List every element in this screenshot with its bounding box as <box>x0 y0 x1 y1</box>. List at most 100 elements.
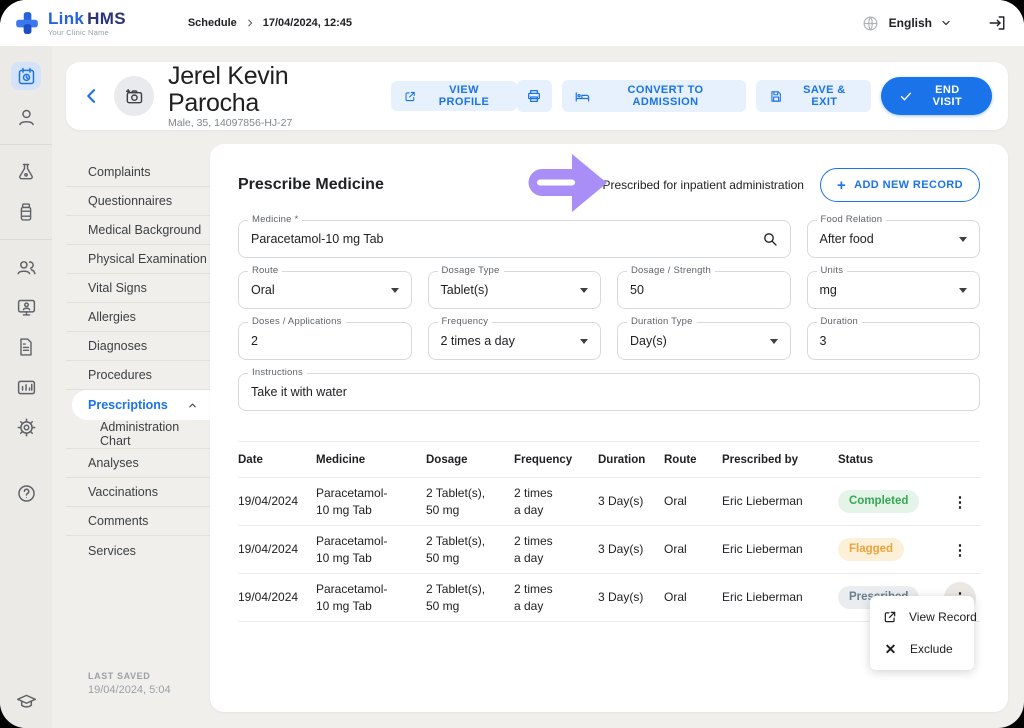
rail-settings-icon[interactable] <box>11 414 41 440</box>
menu-item-label: Exclude <box>910 642 953 656</box>
cell-frequency: 2 times a day <box>514 534 553 565</box>
patient-name: Jerel Kevin Parocha <box>168 62 289 117</box>
brand-logo[interactable]: Link HMS Your Clinic Name <box>14 10 126 37</box>
chevron-down-icon <box>940 17 952 29</box>
col-prescribed-by: Prescribed by <box>722 453 799 466</box>
sidebar-item-physical-examination[interactable]: Physical Examination <box>66 245 210 274</box>
sidebar-item-comments[interactable]: Comments <box>66 507 210 536</box>
save-exit-button[interactable]: SAVE & EXIT <box>756 80 871 112</box>
breadcrumb-schedule[interactable]: Schedule <box>188 17 237 29</box>
col-medicine: Medicine <box>316 453 366 466</box>
print-button[interactable] <box>516 80 553 112</box>
cell-status: Completed <box>838 489 942 514</box>
row-menu-button[interactable]: ⋮ <box>944 486 976 518</box>
topbar-right: English <box>862 14 1006 32</box>
header-actions: CONVERT TO ADMISSION SAVE & EXIT END VIS… <box>516 77 992 115</box>
cell-prescribed-by: Eric Lieberman <box>722 494 803 509</box>
patient-avatar[interactable] <box>114 76 154 116</box>
language-selector[interactable]: English <box>889 16 952 30</box>
col-duration: Duration <box>598 453 646 466</box>
sidebar-item-questionnaires[interactable]: Questionnaires <box>66 187 210 216</box>
dosage-type-select[interactable]: Dosage Type Tablet(s) <box>427 265 601 309</box>
table-row: 19/04/2024 Paracetamol-10 mg Tab 2 Table… <box>238 574 980 622</box>
sidebar-item-label: Vital Signs <box>88 281 147 295</box>
sidebar-item-administration-chart[interactable]: Administration Chart <box>66 420 210 449</box>
menu-item-exclude[interactable]: ✕ Exclude <box>870 633 974 665</box>
sidebar-item-analyses[interactable]: Analyses <box>66 449 210 478</box>
end-visit-button[interactable]: END VISIT <box>880 77 992 115</box>
field-value: After food <box>819 232 874 246</box>
prescribe-header: Prescribe Medicine Prescribed for inpati… <box>238 168 980 202</box>
view-profile-button[interactable]: VIEW PROFILE <box>391 81 517 111</box>
doses-applications-input[interactable]: Doses / Applications 2 <box>238 316 412 360</box>
sidebar-item-medical-background[interactable]: Medical Background <box>66 216 210 245</box>
field-value: 50 <box>630 283 644 297</box>
table-row: 19/04/2024 Paracetamol-10 mg Tab 2 Table… <box>238 478 980 526</box>
instructions-input[interactable]: Instructions Take it with water <box>238 367 980 411</box>
duration-type-select[interactable]: Duration Type Day(s) <box>617 316 791 360</box>
field-value: Take it with water <box>251 385 347 399</box>
cell-prescribed-by: Eric Lieberman <box>722 590 803 605</box>
frequency-select[interactable]: Frequency 2 times a day <box>427 316 601 360</box>
sidebar-item-services[interactable]: Services <box>66 536 210 565</box>
add-new-record-button[interactable]: + ADD NEW RECORD <box>819 168 980 202</box>
medicine-field[interactable]: Medicine * Paracetamol-10 mg Tab <box>238 214 791 258</box>
logout-icon <box>989 16 1005 30</box>
sidebar-item-vaccinations[interactable]: Vaccinations <box>66 478 210 507</box>
row-menu-button[interactable]: ⋮ <box>944 534 976 566</box>
menu-item-view-record[interactable]: View Record <box>870 601 977 633</box>
external-link-icon <box>883 610 897 624</box>
field-value: mg <box>819 283 837 297</box>
close-icon: ✕ <box>884 641 897 657</box>
rail-patients-icon[interactable] <box>11 104 41 130</box>
sidebar-item-label: Comments <box>88 514 149 528</box>
cell-date: 19/04/2024 <box>238 590 299 605</box>
rail-learning-icon[interactable] <box>11 688 41 714</box>
field-label: Duration Type <box>627 316 697 327</box>
sidebar-item-vital-signs[interactable]: Vital Signs <box>66 274 210 303</box>
rail-divider <box>0 144 52 145</box>
food-relation-select[interactable]: Food Relation After food <box>806 214 980 258</box>
chevron-down-icon <box>580 287 588 293</box>
field-label: Dosage / Strength <box>627 265 715 276</box>
language-label: English <box>888 16 932 30</box>
field-label: Duration <box>816 316 863 327</box>
rail-staff-icon[interactable] <box>11 254 41 280</box>
logout-button[interactable] <box>988 14 1006 32</box>
chevron-down-icon <box>959 287 967 293</box>
col-route: Route <box>664 453 697 466</box>
field-value: Day(s) <box>630 334 667 348</box>
sidebar-item-label: Diagnoses <box>88 339 148 353</box>
field-label: Units <box>816 265 848 276</box>
cell-frequency: 2 times a day <box>514 486 553 517</box>
col-frequency: Frequency <box>514 453 573 466</box>
sidebar-item-label: Medical Background <box>88 223 202 237</box>
sidebar-item-procedures[interactable]: Procedures <box>66 361 210 390</box>
units-select[interactable]: Units mg <box>806 265 980 309</box>
sidebar-item-complaints[interactable]: Complaints <box>66 158 210 187</box>
sidebar-item-prescriptions[interactable]: Prescriptions <box>72 390 210 420</box>
back-button[interactable] <box>78 82 106 110</box>
rail-laboratory-icon[interactable] <box>11 159 41 185</box>
sidebar-item-allergies[interactable]: Allergies <box>66 303 210 332</box>
inpatient-checkbox[interactable] <box>577 177 594 193</box>
rail-workstation-icon[interactable] <box>11 294 41 320</box>
sidebar-item-label: Procedures <box>88 368 152 382</box>
sidebar-item-diagnoses[interactable]: Diagnoses <box>66 332 210 361</box>
rail-pharmacy-icon[interactable] <box>11 199 41 225</box>
col-dosage: Dosage <box>426 453 468 466</box>
duration-input[interactable]: Duration 3 <box>806 316 980 360</box>
inpatient-checkbox-group[interactable]: Prescribed for inpatient administration <box>577 177 804 193</box>
field-label: Instructions <box>248 367 307 378</box>
dosage-strength-input[interactable]: Dosage / Strength 50 <box>617 265 791 309</box>
rail-help-icon[interactable] <box>11 480 41 506</box>
link-hms-logo-icon <box>16 12 38 34</box>
save-exit-label: SAVE & EXIT <box>803 84 846 108</box>
rail-statistics-icon[interactable] <box>11 374 41 400</box>
convert-to-admission-button[interactable]: CONVERT TO ADMISSION <box>562 80 746 112</box>
rail-reports-icon[interactable] <box>11 334 41 360</box>
icon-rail <box>0 46 52 728</box>
route-select[interactable]: Route Oral <box>238 265 412 309</box>
search-icon[interactable] <box>762 231 778 247</box>
rail-schedule-icon[interactable] <box>11 62 41 90</box>
